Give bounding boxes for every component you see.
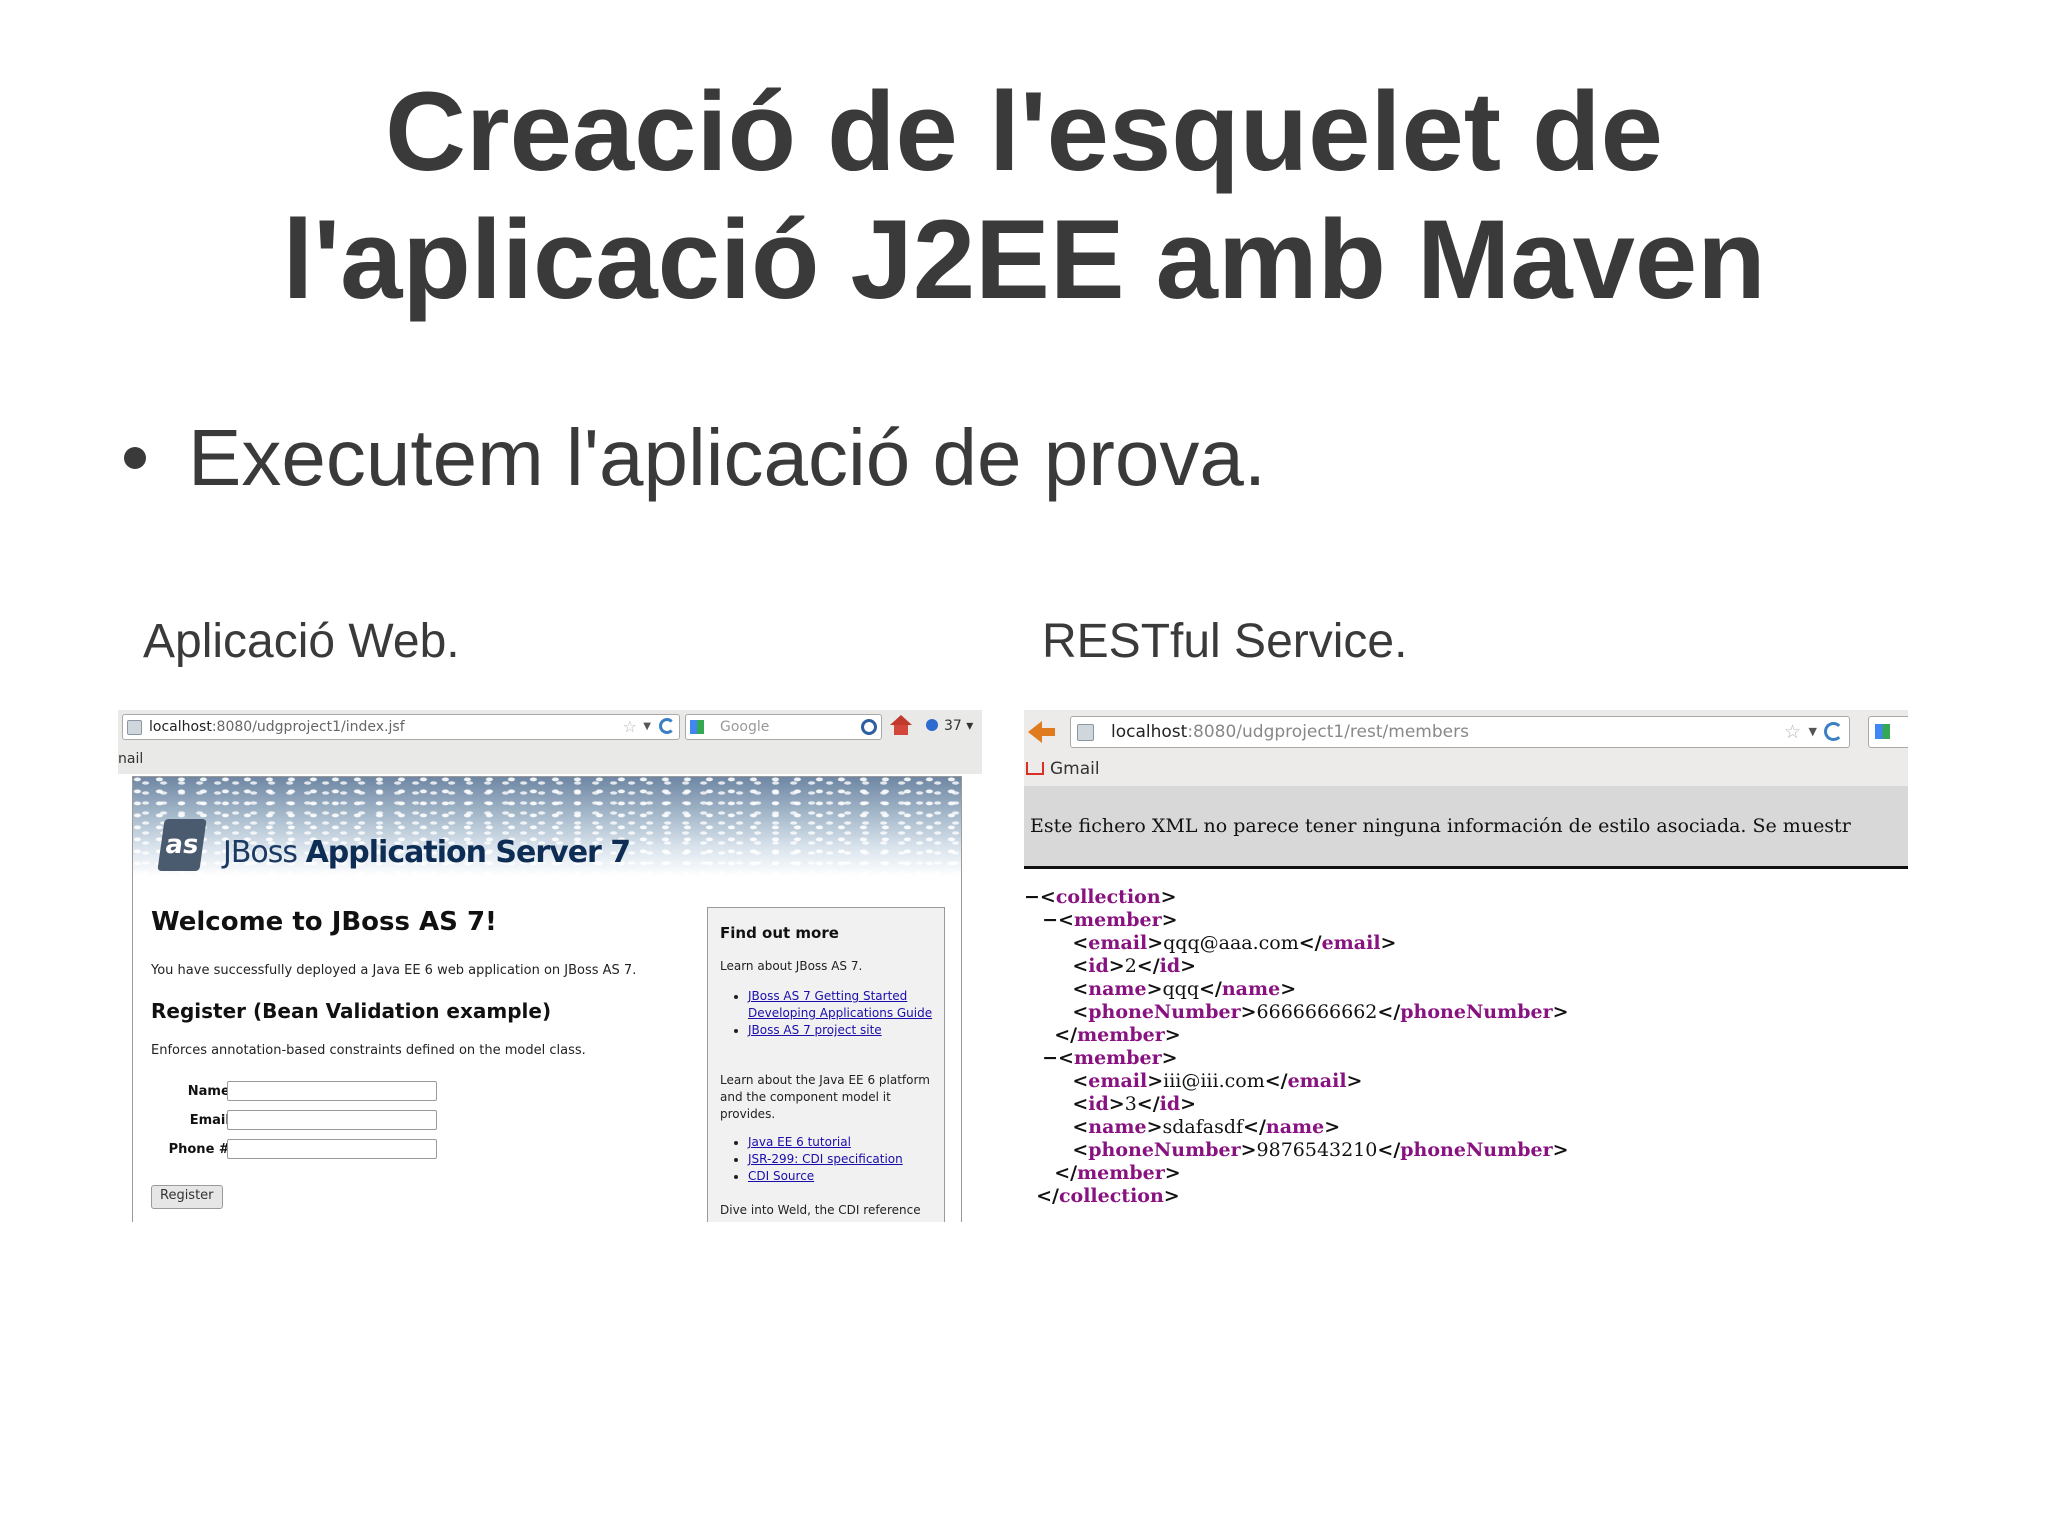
xml-style-notice-text: Este fichero XML no parece tener ninguna…: [1030, 815, 1851, 837]
jboss-banner: as JBoss Application Server 7: [133, 777, 961, 877]
search-engine-icon[interactable]: [1875, 724, 1890, 739]
bullet-item: Executem l'aplicació de prova.: [124, 410, 1266, 506]
xml-member-close: </member>: [1054, 1024, 1181, 1046]
xml-member-open: −<member>: [1042, 1047, 1178, 1069]
phone-label: Phone #:: [168, 1142, 235, 1157]
register-button[interactable]: Register: [151, 1185, 223, 1209]
jboss-as-logo-icon: as: [157, 819, 207, 871]
bookmark-star-icon[interactable]: ☆: [1784, 717, 1801, 747]
link-getting-started-guide[interactable]: JBoss AS 7 Getting Started Developing Ap…: [748, 989, 932, 1020]
phone-row: Phone #:: [151, 1139, 451, 1163]
welcome-heading: Welcome to JBoss AS 7!: [151, 907, 497, 937]
name-input[interactable]: [227, 1081, 437, 1101]
tab-count-value: 37: [944, 718, 962, 734]
find-out-more-text-1: Learn about JBoss AS 7.: [720, 959, 863, 973]
list-item: JBoss AS 7 Getting Started Developing Ap…: [748, 988, 944, 1022]
find-out-more-text-2: Learn about the Java EE 6 platform and t…: [720, 1073, 930, 1121]
reload-icon[interactable]: [1824, 722, 1843, 741]
search-bar[interactable]: [1868, 716, 1908, 748]
xml-collection-open: −<collection>: [1024, 886, 1177, 908]
url-path: :8080/udgproject1/rest/members: [1187, 722, 1469, 742]
welcome-intro: You have successfully deployed a Java EE…: [151, 963, 637, 978]
find-out-more-links-2: Java EE 6 tutorial JSR-299: CDI specific…: [720, 1134, 944, 1185]
bookmarks-bar: Gmail: [1024, 752, 1908, 786]
link-project-site[interactable]: JBoss AS 7 project site: [748, 1023, 882, 1037]
bookmark-gmail[interactable]: nail: [118, 744, 143, 774]
name-row: Name:: [151, 1081, 451, 1105]
history-dropdown-icon[interactable]: ▼: [1809, 717, 1817, 747]
xml-phone: <phoneNumber>9876543210</phoneNumber>: [1072, 1139, 1569, 1161]
site-identity-icon[interactable]: [1077, 724, 1094, 741]
link-javaee-tutorial[interactable]: Java EE 6 tutorial: [748, 1135, 851, 1149]
list-item: JSR-299: CDI specification: [748, 1151, 944, 1168]
xml-tree: −<collection> −<member> <email>qqq@aaa.c…: [1024, 886, 1569, 1208]
find-out-more-title: Find out more: [720, 924, 839, 942]
caption-restful-service: RESTful Service.: [1042, 615, 1408, 668]
find-out-more-text-3: Dive into Weld, the CDI reference: [720, 1203, 921, 1217]
address-bar[interactable]: localhost:8080/udgproject1/index.jsf ☆ ▼: [122, 714, 680, 740]
search-icon[interactable]: [861, 719, 877, 735]
list-item: CDI Source: [748, 1168, 944, 1185]
jboss-brand-light: JBoss: [223, 835, 306, 870]
gmail-icon[interactable]: [1026, 762, 1044, 775]
jboss-brand: JBoss Application Server 7: [223, 835, 632, 870]
xml-member-open: −<member>: [1042, 909, 1178, 931]
url-path: :8080/udgproject1/index.jsf: [211, 719, 405, 735]
caption-web-app: Aplicació Web.: [143, 615, 460, 668]
xml-collection-close: </collection>: [1036, 1185, 1180, 1207]
address-text[interactable]: localhost:8080/udgproject1/rest/members: [1111, 717, 1469, 747]
url-host: localhost: [149, 719, 212, 735]
bookmarks-bar: nail: [118, 744, 982, 774]
xml-member-close: </member>: [1054, 1162, 1181, 1184]
list-item: JBoss AS 7 project site: [748, 1022, 944, 1039]
link-cdi-source[interactable]: CDI Source: [748, 1169, 814, 1183]
slide-title-line-1: Creació de l'esquelet de: [385, 69, 1663, 194]
reload-icon[interactable]: [659, 718, 675, 734]
slide-title: Creació de l'esquelet de l'aplicació J2E…: [0, 68, 2048, 324]
search-placeholder: Google: [720, 719, 770, 735]
xml-phone: <phoneNumber>6666666662</phoneNumber>: [1072, 1001, 1569, 1023]
search-bar[interactable]: Google: [685, 714, 882, 740]
globe-icon: [926, 719, 938, 731]
email-input[interactable]: [227, 1110, 437, 1130]
xml-email: <email>qqq@aaa.com</email>: [1072, 932, 1397, 954]
find-out-more-box: Find out more Learn about JBoss AS 7. JB…: [707, 907, 945, 1222]
jboss-page: as JBoss Application Server 7 Welcome to…: [132, 776, 962, 1222]
tab-count-badge[interactable]: 37 ▾: [926, 714, 973, 738]
bookmark-gmail[interactable]: Gmail: [1050, 752, 1100, 786]
bookmark-star-icon[interactable]: ☆: [623, 715, 637, 739]
list-item: Java EE 6 tutorial: [748, 1134, 944, 1151]
address-text[interactable]: localhost:8080/udgproject1/index.jsf: [149, 715, 405, 739]
find-out-more-links-1: JBoss AS 7 Getting Started Developing Ap…: [720, 988, 944, 1039]
bullet-text: Executem l'aplicació de prova.: [188, 413, 1267, 502]
address-bar[interactable]: localhost:8080/udgproject1/rest/members …: [1070, 716, 1850, 748]
site-identity-icon[interactable]: [127, 720, 142, 735]
search-engine-icon[interactable]: [690, 720, 704, 734]
register-description: Enforces annotation-based constraints de…: [151, 1043, 586, 1058]
screenshot-web-app: localhost:8080/udgproject1/index.jsf ☆ ▼…: [118, 710, 982, 1222]
home-icon[interactable]: [890, 715, 912, 735]
email-row: Email:: [151, 1110, 451, 1134]
xml-style-notice: Este fichero XML no parece tener ninguna…: [1024, 786, 1908, 869]
xml-id: <id>3</id>: [1072, 1093, 1197, 1115]
xml-name: <name>qqq</name>: [1072, 978, 1297, 1000]
url-host: localhost: [1111, 722, 1188, 742]
browser-toolbar: localhost:8080/udgproject1/index.jsf ☆ ▼…: [118, 710, 982, 745]
jboss-brand-strong: Application Server 7: [305, 835, 632, 870]
phone-input[interactable]: [227, 1139, 437, 1159]
browser-toolbar: localhost:8080/udgproject1/rest/members …: [1024, 710, 1908, 752]
bullet-dot-icon: [124, 447, 146, 469]
history-dropdown-icon[interactable]: ▼: [643, 715, 651, 739]
xml-name: <name>sdafasdf</name>: [1072, 1116, 1341, 1138]
xml-id: <id>2</id>: [1072, 955, 1197, 977]
xml-email: <email>iii@iii.com</email>: [1072, 1070, 1363, 1092]
register-heading: Register (Bean Validation example): [151, 999, 552, 1023]
slide-title-line-2: l'aplicació J2EE amb Maven: [282, 197, 1766, 322]
link-cdi-spec[interactable]: JSR-299: CDI specification: [748, 1152, 903, 1166]
screenshot-restful-service: localhost:8080/udgproject1/rest/members …: [1024, 710, 1908, 1222]
back-arrow-icon[interactable]: [1028, 721, 1055, 743]
